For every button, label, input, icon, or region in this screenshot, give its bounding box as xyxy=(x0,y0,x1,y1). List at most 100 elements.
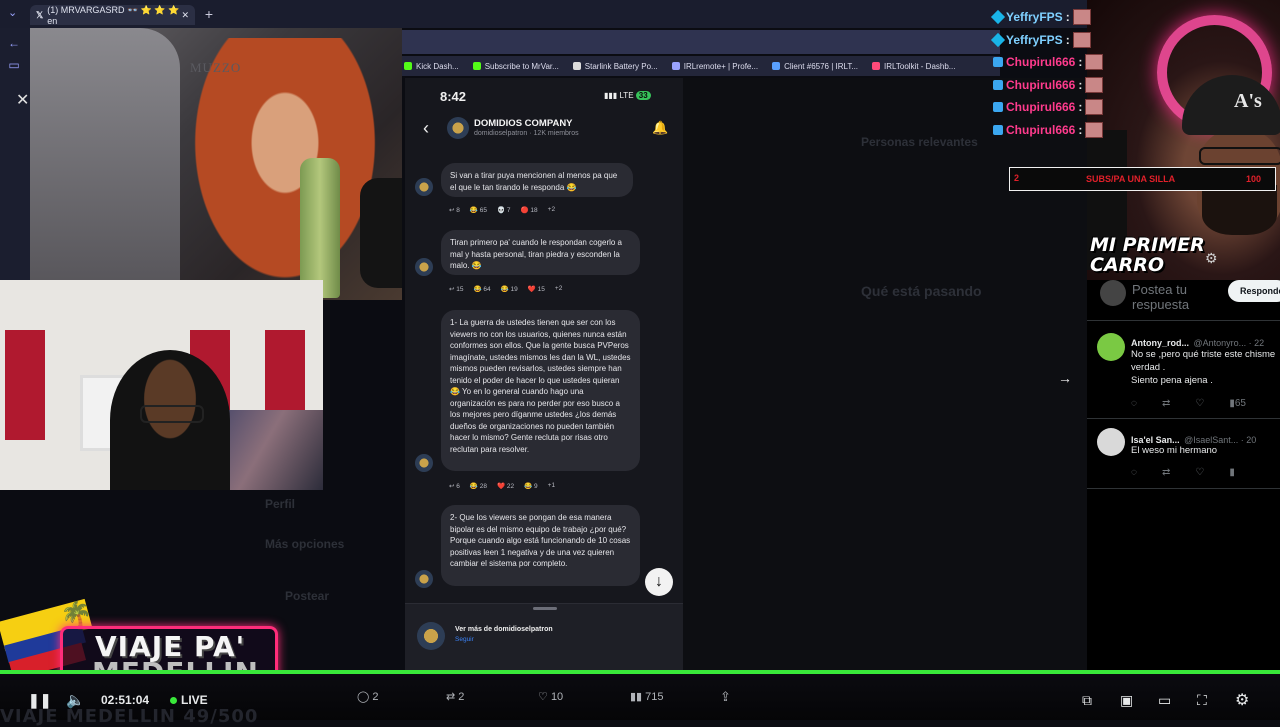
chat-separator: : xyxy=(1078,122,1083,137)
reply-button[interactable]: Responder xyxy=(1228,280,1280,302)
reaction[interactable]: +1 xyxy=(548,482,555,490)
bookmark-item[interactable]: IRLremote+ | Profe... xyxy=(671,62,758,71)
ghost-nav-profile: Perfil xyxy=(265,497,296,511)
like-count-button[interactable]: ♡ 10 xyxy=(538,690,563,703)
chat-username[interactable]: Chupirul666 xyxy=(1006,100,1075,114)
bookmark-item[interactable]: Subscribe to MrVar... xyxy=(472,62,559,71)
tab-search-icon[interactable]: ⌄ xyxy=(8,6,17,19)
repost-icon[interactable]: ⇄ xyxy=(1162,467,1170,478)
reaction[interactable]: +2 xyxy=(548,206,555,214)
sheet-handle[interactable] xyxy=(533,607,557,610)
reaction[interactable]: 😂 19 xyxy=(501,285,518,293)
chat-username[interactable]: Chupirul666 xyxy=(1006,55,1075,69)
cube-badge-icon xyxy=(993,102,1003,113)
reply-count-button[interactable]: ◯ 2 xyxy=(357,690,379,703)
reaction[interactable]: 😂 64 xyxy=(473,285,490,293)
bookmark-favicon-icon xyxy=(671,62,680,71)
sidebar-toggle-icon[interactable]: ▭ xyxy=(7,58,21,72)
reply-avatar[interactable] xyxy=(1097,428,1125,456)
dock-icon[interactable]: ▣ xyxy=(1120,692,1133,709)
pause-icon[interactable]: ❚❚ xyxy=(28,692,51,709)
volume-icon[interactable]: 🔈 xyxy=(66,691,85,709)
reaction[interactable]: 💀 7 xyxy=(497,206,511,214)
pip-icon[interactable]: ⧉ xyxy=(1082,692,1092,709)
reaction[interactable]: 🔴 18 xyxy=(521,206,538,214)
phone-time: 8:42 xyxy=(440,89,467,104)
reaction[interactable]: 😂 65 xyxy=(470,206,487,214)
live-indicator[interactable]: LIVE xyxy=(170,693,208,707)
next-arrow-icon[interactable]: → xyxy=(1058,370,1072,386)
reaction[interactable]: 😂 9 xyxy=(524,482,538,490)
reaction[interactable]: ↩ 8 xyxy=(449,206,460,214)
chat-message: YeffryFPS: xyxy=(990,6,1111,29)
settings-gear-icon[interactable]: ⚙ xyxy=(1235,690,1249,710)
chat-message: Chupirul666: xyxy=(993,74,1111,97)
bookmark-item[interactable]: Kick Dash... xyxy=(404,62,459,71)
chair-brand-label: MUZZO xyxy=(190,60,242,75)
new-tab-button[interactable]: + xyxy=(200,5,218,23)
chat-username[interactable]: Chupirul666 xyxy=(1006,78,1075,92)
like-icon[interactable]: ♡ xyxy=(1195,398,1204,409)
reaction[interactable]: ❤️ 15 xyxy=(528,285,545,293)
bookmark-item[interactable]: Client #6576 | IRLT... xyxy=(772,62,858,71)
elapsed-time: 02:51:04 xyxy=(101,693,150,707)
stream-chat: YeffryFPS: YeffryFPS: Chupirul666: Chupirul… xyxy=(990,6,1111,142)
beard xyxy=(1202,185,1277,235)
back-chevron-icon[interactable]: ‹ xyxy=(423,118,429,139)
like-icon[interactable]: ♡ xyxy=(1195,467,1204,478)
chat-message: Chupirul666: xyxy=(993,51,1111,74)
reaction[interactable]: ❤️ 22 xyxy=(497,482,514,490)
chat-emote xyxy=(1085,54,1104,71)
reaction[interactable]: 😂 28 xyxy=(470,482,487,490)
chat-emote xyxy=(1072,9,1091,26)
repost-count-button[interactable]: ⇄ 2 xyxy=(446,690,464,703)
views-count-button[interactable]: ▮▮ 715 xyxy=(630,690,664,703)
network-type: LTE xyxy=(619,91,634,100)
tweet-handle[interactable]: @Antonyro... · 22 xyxy=(1193,338,1264,348)
live-dot-icon xyxy=(170,697,177,704)
browser-side-rail: ← ▭ xyxy=(0,28,30,298)
gem-badge-icon xyxy=(990,10,1006,25)
chat-message: Chupirul666: xyxy=(993,119,1111,142)
bookmark-item[interactable]: IRLToolkit - Dashb... xyxy=(872,62,955,71)
follow-link[interactable]: Seguir xyxy=(455,636,474,643)
curtain-left xyxy=(5,330,45,440)
reply-input[interactable]: Postea tu respuesta xyxy=(1132,282,1202,312)
views-icon[interactable]: ▮ xyxy=(1229,467,1235,478)
views-icon[interactable]: ▮65 xyxy=(1229,398,1246,409)
chat-username[interactable]: YeffryFPS xyxy=(1006,10,1063,24)
reaction[interactable]: +2 xyxy=(555,285,562,293)
tab-stream[interactable]: 𝕏 (1) MRVARGASRD 👓 ⭐ ⭐ ⭐ en ✕ xyxy=(30,5,195,26)
reaction[interactable]: ↩ 15 xyxy=(449,285,463,293)
repost-icon: ⇄ xyxy=(446,691,456,703)
close-tab-icon[interactable]: ✕ xyxy=(181,10,189,21)
reply-avatar[interactable] xyxy=(1097,333,1125,361)
back-arrow-icon[interactable]: ← xyxy=(7,36,21,50)
tweet-actions: ◌ ⇄ ♡ ▮ xyxy=(1131,467,1235,478)
reaction[interactable]: ↩ 6 xyxy=(449,482,460,490)
fullscreen-icon[interactable]: ⛶ xyxy=(1197,692,1207,709)
divider xyxy=(1087,418,1280,419)
bookmark-label: Starlink Battery Po... xyxy=(584,61,658,71)
bookmark-item[interactable]: Starlink Battery Po... xyxy=(572,61,658,71)
scroll-down-button[interactable]: ↓ xyxy=(645,568,673,596)
chat-username[interactable]: Chupirul666 xyxy=(1006,123,1075,137)
chat-separator: : xyxy=(1078,77,1083,92)
streamer-1-figure xyxy=(180,38,390,300)
chat-username[interactable]: YeffryFPS xyxy=(1006,33,1063,47)
reply-avatar xyxy=(1100,280,1126,306)
reply-icon[interactable]: ◌ xyxy=(1131,398,1137,409)
address-bar[interactable] xyxy=(400,30,1000,54)
tweet-actions: ◌ ⇄ ♡ ▮65 xyxy=(1131,398,1246,409)
chat-emote xyxy=(1072,31,1091,48)
repost-icon[interactable]: ⇄ xyxy=(1162,398,1170,409)
gaming-chair xyxy=(30,28,180,300)
chat-emote xyxy=(1085,121,1104,138)
tweet-author[interactable]: Antony_rod... xyxy=(1131,338,1189,348)
bookmark-label: IRLToolkit - Dashb... xyxy=(884,61,956,71)
share-icon[interactable]: ⇪ xyxy=(720,689,731,705)
reply-icon[interactable]: ◌ xyxy=(1131,467,1137,478)
bell-icon[interactable]: 🔔 xyxy=(652,120,668,136)
theater-mode-icon[interactable]: ▭ xyxy=(1158,692,1171,709)
close-icon[interactable]: ✕ xyxy=(16,90,29,110)
